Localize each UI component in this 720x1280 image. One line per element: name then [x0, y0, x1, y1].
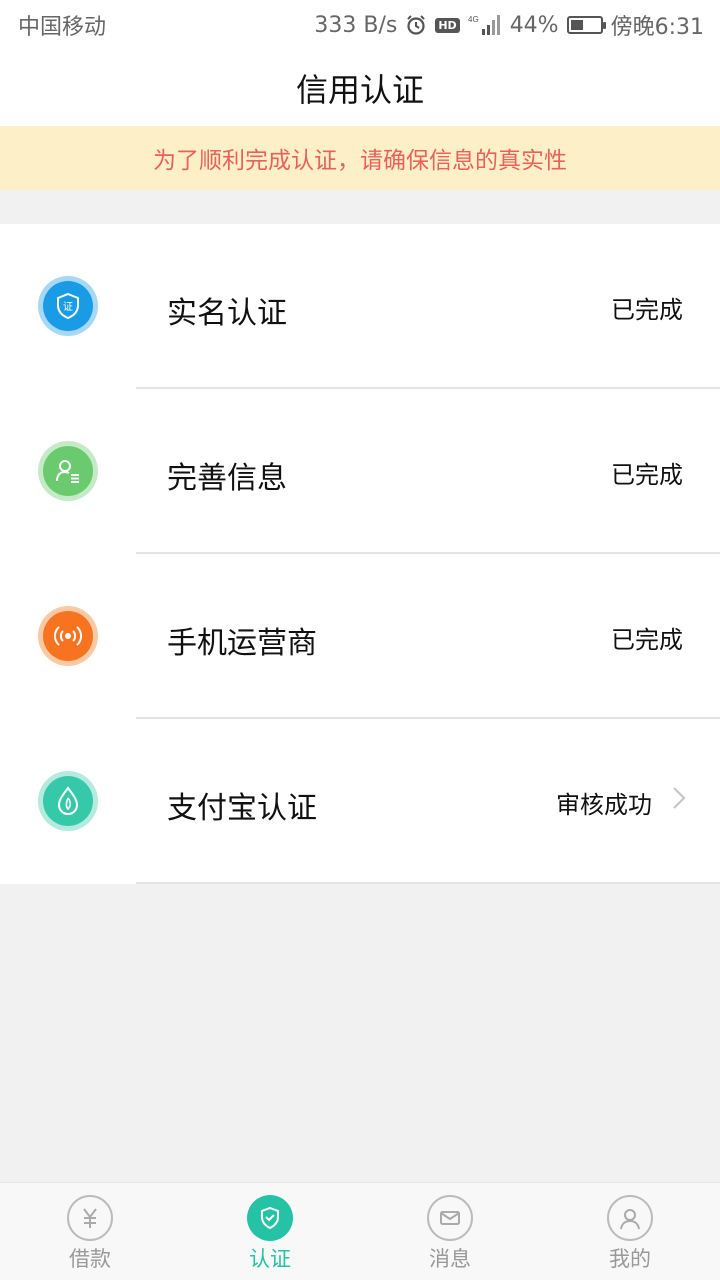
battery-percent: 44%	[509, 12, 559, 38]
clock-time: 傍晚6:31	[610, 15, 704, 40]
alipay-drop-icon	[38, 771, 98, 831]
signal-broadcast-icon	[38, 606, 98, 666]
tab-messages[interactable]: 消息	[360, 1183, 540, 1280]
item-label: 支付宝认证	[167, 791, 317, 826]
bottom-tab-bar: 借款 认证 消息 我的	[0, 1182, 720, 1280]
tab-verify[interactable]: 认证	[180, 1183, 360, 1280]
status-bar: 中国移动 333 B/s HD 4G 44% 傍晚6:31	[0, 0, 720, 50]
tab-label: 认证	[249, 1247, 291, 1271]
item-status: 已完成	[611, 626, 683, 654]
user-info-icon	[38, 441, 98, 501]
hd-badge: HD	[435, 17, 460, 33]
status-bar-right: 333 B/s HD 4G 44% 傍晚6:31	[314, 9, 704, 41]
shield-check-icon	[247, 1195, 293, 1241]
page-header: 信用认证	[0, 50, 720, 126]
svg-text:证: 证	[63, 301, 73, 313]
alarm-icon	[405, 14, 427, 36]
tab-label: 我的	[609, 1247, 651, 1271]
tab-loan[interactable]: 借款	[0, 1183, 180, 1280]
item-label: 手机运营商	[167, 626, 317, 661]
signal-type-text: 4G	[468, 15, 479, 24]
list-item-mobile-carrier[interactable]: 手机运营商 已完成	[0, 554, 720, 719]
signal-icon: 4G	[468, 14, 502, 36]
divider	[136, 882, 720, 884]
notice-text: 为了顺利完成认证，请确保信息的真实性	[153, 148, 567, 174]
battery-icon	[566, 16, 606, 34]
battery-fill	[570, 20, 583, 30]
tab-label: 消息	[429, 1247, 471, 1271]
carrier-name: 中国移动	[18, 15, 107, 40]
profile-icon	[607, 1195, 653, 1241]
list-item-complete-info[interactable]: 完善信息 已完成	[0, 389, 720, 554]
page-title: 信用认证	[295, 71, 424, 109]
id-shield-icon: 证	[38, 276, 98, 336]
notice-banner: 为了顺利完成认证，请确保信息的真实性	[0, 126, 720, 190]
chevron-right-icon	[672, 786, 686, 814]
item-status: 审核成功	[556, 791, 652, 819]
tab-label: 借款	[69, 1247, 111, 1271]
network-speed: 333 B/s	[314, 12, 398, 38]
item-status: 已完成	[611, 461, 683, 489]
list-item-alipay[interactable]: 支付宝认证 审核成功	[0, 719, 720, 884]
item-label: 实名认证	[167, 296, 287, 331]
verification-list: 证 实名认证 已完成 完善信息 已完成 手机运营商 已完成 支付宝认证 审核成功	[0, 224, 720, 884]
tab-profile[interactable]: 我的	[540, 1183, 720, 1280]
list-item-real-name[interactable]: 证 实名认证 已完成	[0, 224, 720, 389]
item-status: 已完成	[611, 296, 683, 324]
mail-icon	[427, 1195, 473, 1241]
item-label: 完善信息	[167, 461, 287, 496]
yuan-icon	[67, 1195, 113, 1241]
